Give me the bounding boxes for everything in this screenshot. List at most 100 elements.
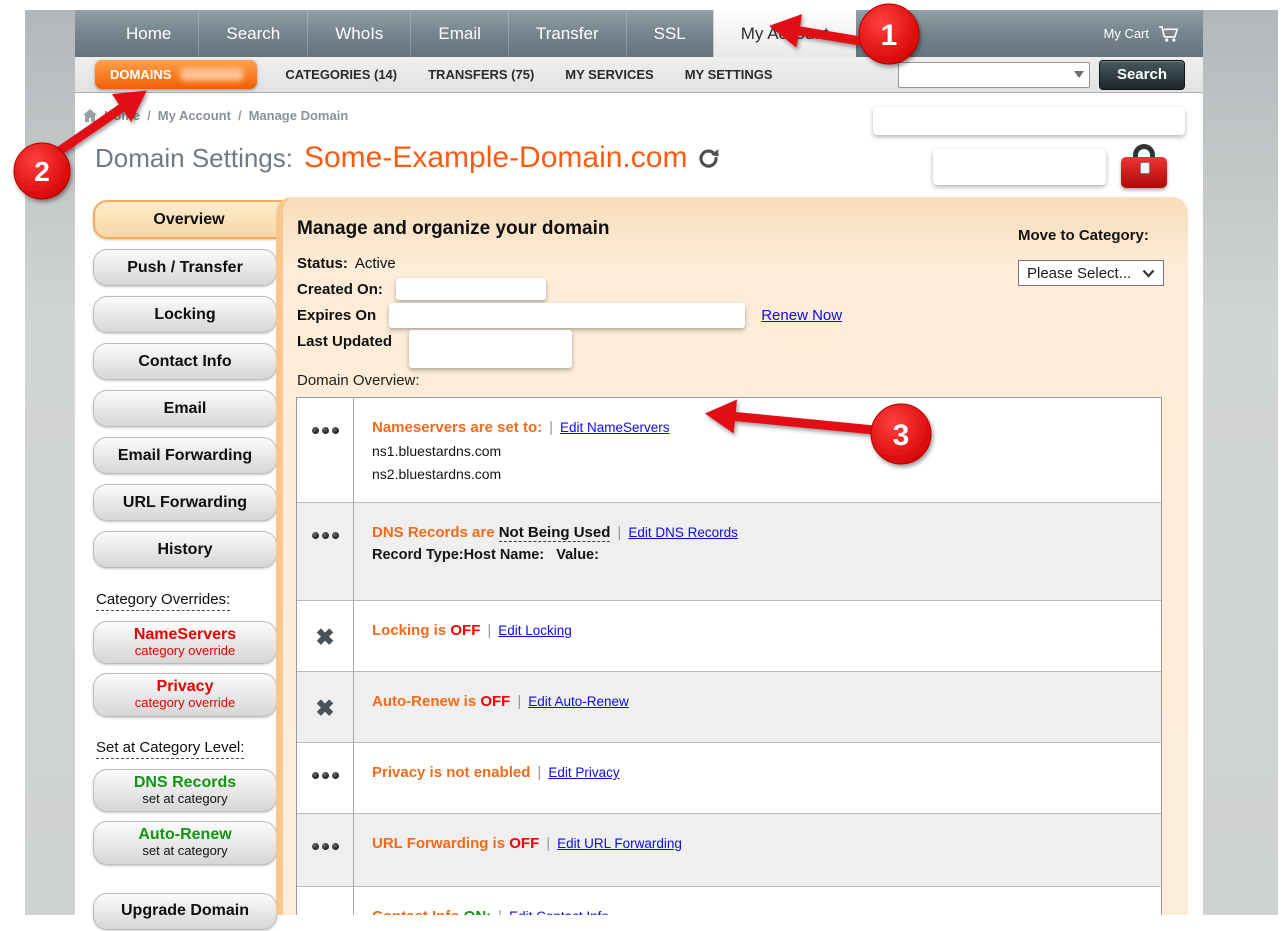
sidebar: Overview Push / Transfer Locking Contact In… — [75, 197, 283, 915]
row-title-part: Locking is — [372, 622, 450, 639]
edit-contact-info-link[interactable]: Edit Contact Info — [509, 909, 609, 915]
redacted-box-title-right — [933, 149, 1106, 185]
table-row-auto-renew: ✖Auto-Renew is OFF|Edit Auto-Renew — [297, 671, 1161, 742]
screen: HomeSearchWhoIsEmailTransferSSLMy Accoun… — [0, 0, 1287, 931]
tab-domains[interactable]: DOMAINS — [95, 60, 257, 89]
row-content: Auto-Renew is OFF|Edit Auto-Renew — [354, 672, 643, 742]
status-label: Status: — [297, 255, 348, 272]
row-title-part: Nameservers are set to: — [372, 419, 542, 436]
edit-privacy-link[interactable]: Edit Privacy — [548, 765, 619, 780]
breadcrumb-separator: / — [238, 108, 242, 123]
sidebar-item-label: DNS Records — [134, 774, 236, 792]
row-content: Privacy is not enabled|Edit Privacy — [354, 743, 634, 813]
row-content: DNS Records are Not Being Used|Edit DNS … — [354, 503, 752, 600]
edit-dns-records-link[interactable]: Edit DNS Records — [628, 525, 738, 540]
redacted-expires-date — [389, 303, 745, 328]
sidebar-item-url-forwarding[interactable]: URL Forwarding — [93, 484, 277, 521]
refresh-icon[interactable] — [698, 148, 719, 169]
table-row-url-forwarding: URL Forwarding is OFF|Edit URL Forwardin… — [297, 813, 1161, 886]
row-title-part: ON: — [464, 908, 492, 915]
sidebar-item-overview[interactable]: Overview — [93, 200, 283, 239]
breadcrumb-my-account[interactable]: My Account — [158, 108, 231, 123]
sidebar-item-nameservers[interactable]: NameServerscategory override — [93, 621, 277, 664]
category-select[interactable]: Please Select... — [1018, 260, 1164, 286]
toolbox-icon[interactable] — [1121, 144, 1167, 188]
separator: | — [498, 908, 502, 915]
domain-name: Some-Example-Domain.com — [304, 141, 687, 175]
separator: | — [546, 835, 550, 852]
my-cart-label: My Cart — [1104, 26, 1150, 41]
table-row-nameservers: Nameservers are set to:|Edit NameServers… — [297, 398, 1161, 502]
dots-icon — [297, 814, 354, 886]
renew-now-link[interactable]: Renew Now — [761, 307, 842, 324]
chevron-down-icon — [1142, 269, 1155, 278]
sidebar-item-dns-records[interactable]: DNS Recordsset at category — [93, 769, 277, 812]
page: HomeSearchWhoIsEmailTransferSSLMy Accoun… — [75, 10, 1203, 915]
nav-tab-ssl[interactable]: SSL — [626, 10, 713, 57]
subnav-item-categories-14[interactable]: CATEGORIES (14) — [285, 67, 397, 82]
created-on-label: Created On: — [297, 281, 383, 298]
domain-overview-label: Domain Overview: — [297, 372, 1188, 389]
subnav-item-my-settings[interactable]: MY SETTINGS — [685, 67, 773, 82]
sidebar-item-auto-renew[interactable]: Auto-Renewset at category — [93, 821, 277, 864]
cross-icon: ✖ — [297, 601, 354, 671]
row-title: Nameservers are set to:|Edit NameServers — [372, 419, 670, 436]
dots-icon — [297, 398, 354, 502]
page-title-label: Domain Settings: — [95, 143, 293, 174]
nav-tab-search[interactable]: Search — [198, 10, 307, 57]
sidebar-item-privacy[interactable]: Privacycategory override — [93, 673, 277, 716]
sidebar-item-upgrade-domain[interactable]: Upgrade Domain — [93, 893, 277, 930]
view-whois-link[interactable]: View Whois — [1068, 914, 1138, 915]
sidebar-item-sublabel: category override — [135, 696, 235, 711]
last-updated-label: Last Updated — [297, 333, 392, 350]
subnav-item-transfers-75[interactable]: TRANSFERS (75) — [428, 67, 534, 82]
sidebar-item-sublabel: set at category — [142, 844, 227, 859]
row-title: Auto-Renew is OFF|Edit Auto-Renew — [372, 693, 629, 710]
cross-icon: ✖ — [297, 672, 354, 742]
breadcrumb-separator: / — [147, 108, 151, 123]
move-to-category: Move to Category: Please Select... — [1018, 227, 1164, 286]
edit-nameservers-link[interactable]: Edit NameServers — [560, 420, 670, 435]
separator: | — [487, 622, 491, 639]
status-value: Active — [355, 255, 396, 272]
expires-on-label: Expires On — [297, 307, 376, 324]
row-title: Privacy is not enabled|Edit Privacy — [372, 764, 620, 781]
sidebar-overrides-heading: Category Overrides: — [96, 591, 230, 611]
domain-overview-table: Nameservers are set to:|Edit NameServers… — [296, 397, 1162, 915]
main-panel: Move to Category: Please Select... Manag… — [276, 197, 1188, 915]
edit-auto-renew-link[interactable]: Edit Auto-Renew — [528, 694, 629, 709]
nav-tab-my-account[interactable]: My Account — [713, 10, 856, 57]
nav-tab-transfer[interactable]: Transfer — [508, 10, 626, 57]
sidebar-item-label: Auto-Renew — [138, 826, 231, 844]
sidebar-item-email[interactable]: Email — [93, 390, 277, 427]
combo-dropdown-icon[interactable] — [1074, 71, 1084, 78]
edit-url-forwarding-link[interactable]: Edit URL Forwarding — [557, 836, 682, 851]
nav-tab-home[interactable]: Home — [99, 10, 198, 57]
row-title-part: DNS Records are — [372, 524, 499, 541]
row-content: Locking is OFF|Edit Locking — [354, 601, 586, 671]
sidebar-category-level-buttons: DNS Recordsset at categoryAuto-Renewset … — [75, 769, 283, 865]
separator: | — [517, 693, 521, 710]
row-title-part: URL Forwarding is — [372, 835, 509, 852]
sidebar-item-contact-info[interactable]: Contact Info — [93, 343, 277, 380]
redacted-created-date — [396, 278, 546, 300]
edit-locking-link[interactable]: Edit Locking — [498, 623, 572, 638]
cart-icon — [1158, 25, 1181, 42]
domain-search-combo[interactable] — [898, 62, 1090, 88]
dots-icon — [297, 503, 354, 600]
breadcrumb-home[interactable]: Home — [104, 108, 140, 123]
subnav-item-my-services[interactable]: MY SERVICES — [565, 67, 653, 82]
sidebar-item-history[interactable]: History — [93, 531, 277, 568]
sidebar-item-email-forwarding[interactable]: Email Forwarding — [93, 437, 277, 474]
right-gutter — [1203, 10, 1278, 915]
my-cart-button[interactable]: My Cart — [1104, 10, 1204, 57]
top-nav: HomeSearchWhoIsEmailTransferSSLMy Accoun… — [75, 10, 1203, 57]
domain-search-input[interactable] — [901, 64, 1065, 86]
sidebar-item-locking[interactable]: Locking — [93, 296, 277, 333]
nav-tab-email[interactable]: Email — [410, 10, 508, 57]
nav-tab-whois[interactable]: WhoIs — [307, 10, 410, 57]
row-title: DNS Records are Not Being Used|Edit DNS … — [372, 524, 738, 542]
search-button[interactable]: Search — [1099, 60, 1185, 90]
sidebar-item-push-transfer[interactable]: Push / Transfer — [93, 249, 277, 286]
table-row-contact-info: ✔Contact Info ON:|Edit Contact Info( Vie… — [297, 886, 1161, 915]
